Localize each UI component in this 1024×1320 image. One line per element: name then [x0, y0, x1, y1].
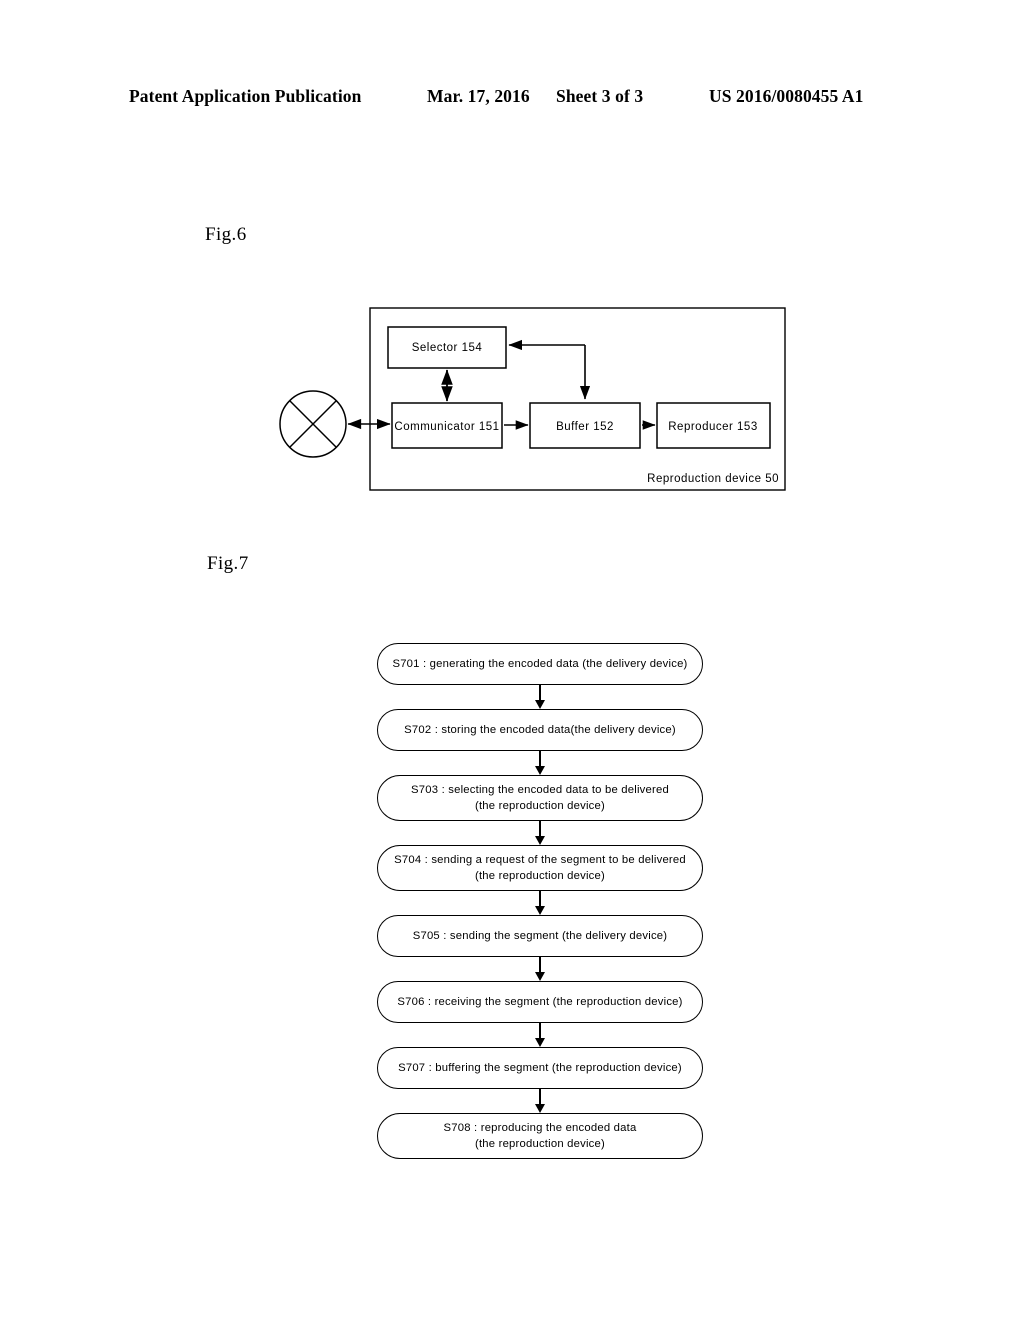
- flow-step-label: S703 : selecting the encoded data to be …: [411, 783, 669, 812]
- figure-7-label: Fig.7: [207, 553, 249, 574]
- flow-arrow-s703-to-s704: [377, 821, 703, 845]
- reproduction-device-container-label: Reproduction device 50: [647, 473, 779, 485]
- flow-step-label: S702 : storing the encoded data(the deli…: [404, 723, 676, 736]
- flow-step-s706: S706 : receiving the segment (the reprod…: [377, 981, 703, 1023]
- flow-step-label: S701 : generating the encoded data (the …: [392, 657, 688, 670]
- flow-step-label: S706 : receiving the segment (the reprod…: [397, 995, 683, 1008]
- flow-arrow-s704-to-s705: [377, 891, 703, 915]
- flow-step-s704: S704 : sending a request of the segment …: [377, 845, 703, 891]
- flow-step-label: S708 : reproducing the encoded data (the …: [443, 1121, 637, 1150]
- selector-block: [387, 326, 507, 369]
- flow-step-s708: S708 : reproducing the encoded data (the …: [377, 1113, 703, 1159]
- page-header: Patent Application Publication Mar. 17, …: [0, 86, 1024, 112]
- reproduction-device-container: [369, 307, 786, 491]
- arrow-head-icon: [535, 1038, 545, 1047]
- figure-6-label: Fig.6: [205, 224, 247, 245]
- communicator-block: [391, 402, 503, 449]
- flow-arrow-s701-to-s702: [377, 685, 703, 709]
- arrow-head-icon: [535, 836, 545, 845]
- buffer-block: [529, 402, 641, 449]
- flow-step-label: S705 : sending the segment (the delivery…: [412, 929, 668, 942]
- reproducer-block: [656, 402, 771, 449]
- flow-arrow-s707-to-s708: [377, 1089, 703, 1113]
- flow-step-s702: S702 : storing the encoded data(the deli…: [377, 709, 703, 751]
- flow-arrow-s706-to-s707: [377, 1023, 703, 1047]
- reproducer-block-label: Reproducer 153: [668, 421, 757, 433]
- header-sheet-number: Sheet 3 of 3: [556, 86, 644, 106]
- network-symbol-icon: [279, 390, 347, 458]
- flow-step-label: S704 : sending a request of the segment …: [394, 853, 686, 882]
- arrow-head-icon: [535, 700, 545, 709]
- selector-block-label: Selector 154: [412, 342, 483, 354]
- communicator-block-label: Communicator 151: [394, 421, 499, 433]
- header-publication-date: Mar. 17, 2016: [427, 86, 530, 106]
- flow-arrow-s702-to-s703: [377, 751, 703, 775]
- flow-step-s701: S701 : generating the encoded data (the …: [377, 643, 703, 685]
- arrow-head-icon: [535, 972, 545, 981]
- flow-step-s703: S703 : selecting the encoded data to be …: [377, 775, 703, 821]
- header-publication-title: Patent Application Publication: [129, 86, 362, 106]
- flow-arrow-s705-to-s706: [377, 957, 703, 981]
- figure-7-flowchart: S701 : generating the encoded data (the …: [377, 643, 707, 1159]
- flow-step-label: S707 : buffering the segment (the reprod…: [398, 1061, 682, 1074]
- flow-step-s705: S705 : sending the segment (the delivery…: [377, 915, 703, 957]
- buffer-block-label: Buffer 152: [556, 421, 614, 433]
- header-patent-number: US 2016/0080455 A1: [709, 86, 864, 106]
- flow-step-s707: S707 : buffering the segment (the reprod…: [377, 1047, 703, 1089]
- arrow-head-icon: [535, 766, 545, 775]
- arrow-head-icon: [535, 1104, 545, 1113]
- arrow-head-icon: [535, 906, 545, 915]
